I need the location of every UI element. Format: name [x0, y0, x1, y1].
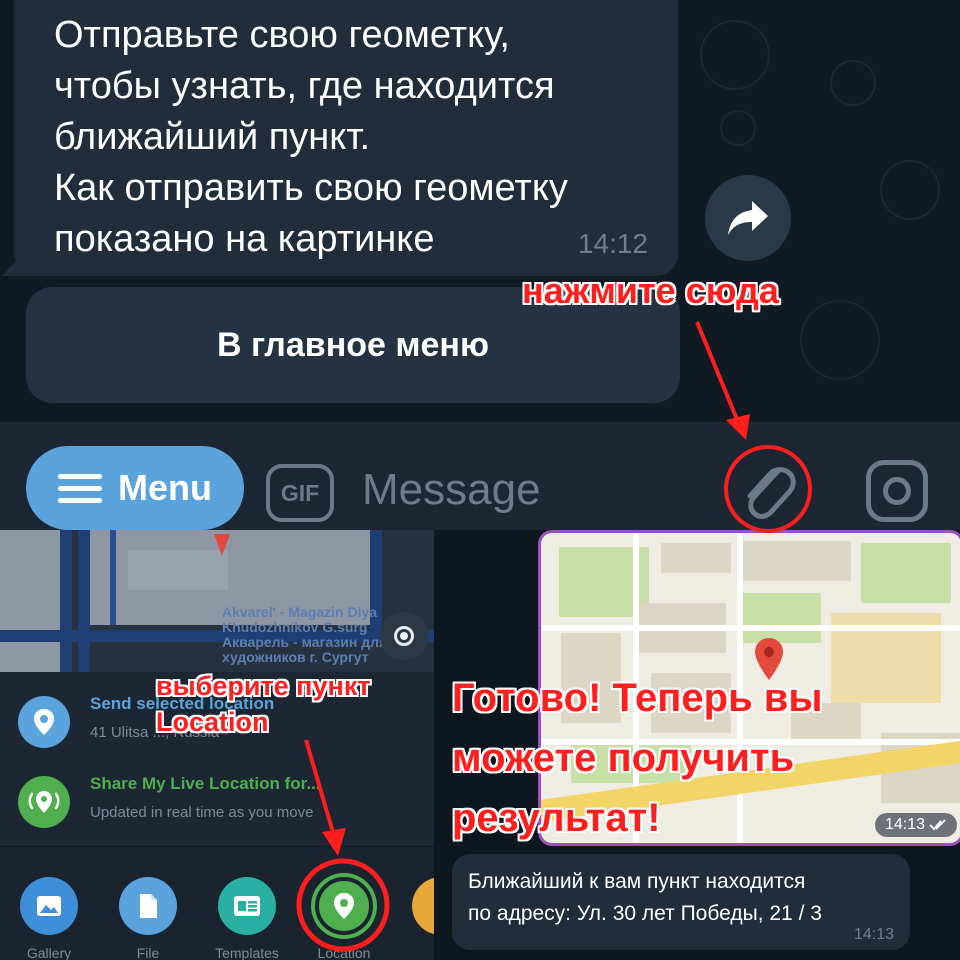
attach-file-label: File	[136, 945, 160, 960]
gif-icon[interactable]: GIF	[266, 464, 334, 522]
map-place-label: Akvarel' - Magazin Dlya Khudozhnikov G.s…	[222, 604, 388, 665]
background-doodle	[880, 160, 940, 220]
location-pin-icon	[315, 877, 373, 935]
location-map[interactable]: Akvarel' - Magazin Dlya Khudozhnikov G.s…	[0, 530, 434, 672]
camera-icon[interactable]	[866, 460, 928, 522]
forward-button[interactable]	[705, 175, 791, 261]
background-doodle	[700, 20, 770, 90]
reply-line: по адресу: Ул. 30 лет Победы, 21 / 3	[468, 902, 822, 925]
share-live-location-row[interactable]: Share My Live Location for... Updated in…	[0, 762, 434, 842]
reply-time: 14:13	[853, 926, 894, 943]
paperclip-icon	[747, 467, 796, 519]
background-doodle	[800, 300, 880, 380]
background-doodle	[830, 60, 876, 106]
share-arrow-icon	[728, 201, 768, 235]
message-line: Как отправить свою геометку	[54, 167, 568, 209]
crosshair-icon	[394, 626, 414, 646]
bot-reply-bubble: Ближайший к вам пункт находится по адрес…	[452, 854, 910, 950]
templates-icon	[218, 877, 276, 935]
live-location-icon	[18, 776, 70, 828]
background-doodle	[720, 110, 756, 146]
attach-location-label: Location	[317, 945, 371, 960]
message-line: Отправьте свою геометку,	[54, 14, 510, 56]
share-live-subtitle: Updated in real time as you move	[90, 804, 314, 821]
location-picker-panel: Akvarel' - Magazin Dlya Khudozhnikov G.s…	[0, 530, 434, 960]
menu-button-label: Menu	[118, 467, 212, 508]
map-timestamp: 14:13	[874, 813, 957, 837]
attach-templates[interactable]: Templates	[202, 877, 292, 960]
menu-icon	[58, 467, 102, 510]
read-check-icon	[929, 819, 946, 831]
message-line: ближайший пункт.	[54, 116, 371, 158]
message-text: Отправьте свою геометку, чтобы узнать, г…	[54, 10, 674, 265]
annotation-done: Готово! Теперь вы можете получить резуль…	[452, 676, 823, 840]
reply-text: Ближайший к вам пункт находится по адрес…	[468, 866, 822, 930]
message-input[interactable]	[362, 460, 702, 520]
file-icon	[119, 877, 177, 935]
attach-gallery[interactable]: Gallery	[4, 877, 94, 960]
attach-menu-bar: Gallery File Templates Location	[0, 846, 434, 960]
my-location-button[interactable]	[380, 612, 428, 660]
annotation-tap-here: нажмите сюда	[522, 270, 779, 311]
message-time: 14:12	[577, 228, 648, 259]
image-icon	[20, 877, 78, 935]
attach-more[interactable]	[396, 877, 434, 935]
share-live-title: Share My Live Location for...	[90, 774, 321, 793]
chat-area: Отправьте свою геометку, чтобы узнать, г…	[0, 0, 960, 422]
message-input-bar: Menu GIF	[0, 422, 960, 530]
location-pin-icon	[18, 696, 70, 748]
bot-message-bubble: Отправьте свою геометку, чтобы узнать, г…	[14, 0, 678, 276]
attach-file[interactable]: File	[103, 877, 193, 960]
bot-menu-button[interactable]: Menu	[26, 446, 244, 530]
attach-gallery-label: Gallery	[26, 945, 72, 960]
attach-location[interactable]: Location	[299, 877, 389, 960]
reply-line: Ближайший к вам пункт находится	[468, 870, 806, 893]
annotation-choose-location: выберите пункт Location	[156, 671, 371, 737]
attach-button[interactable]	[728, 452, 808, 528]
attach-templates-label: Templates	[215, 945, 279, 960]
message-line: чтобы узнать, где находится	[54, 65, 555, 107]
more-icon	[412, 877, 434, 935]
